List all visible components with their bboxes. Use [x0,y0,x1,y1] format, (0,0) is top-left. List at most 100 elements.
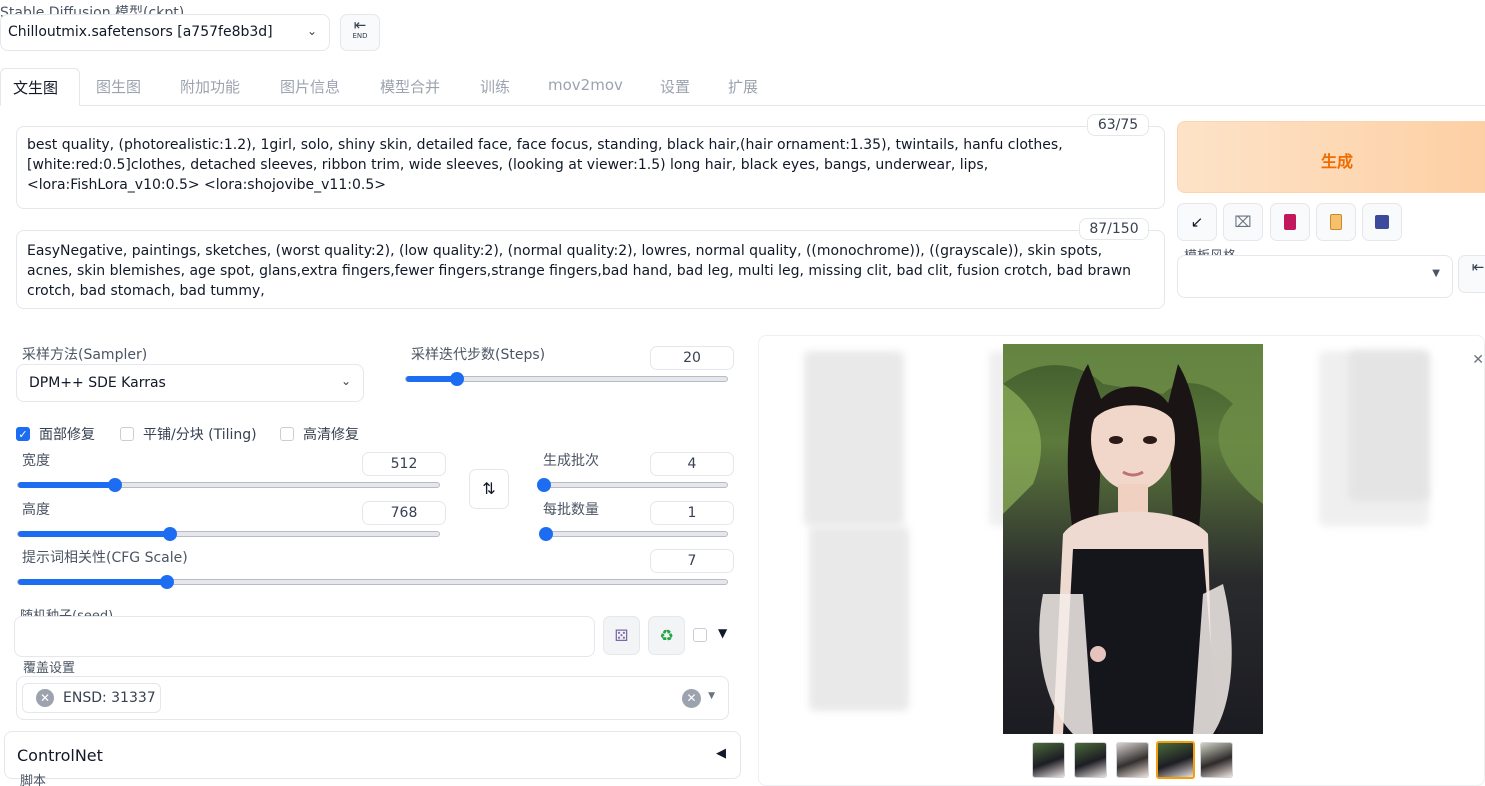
style-dropdown[interactable]: ▼ [1177,255,1453,298]
slider-thumb[interactable] [536,478,551,492]
tab-train[interactable]: 训练 [480,76,510,97]
tab-extras[interactable]: 附加功能 [180,76,240,97]
expand-triangle-icon[interactable]: ▼ [718,626,727,640]
sampler-dropdown[interactable]: DPM++ SDE Karras ⌄ [16,364,364,402]
tab-mov2mov[interactable]: mov2mov [548,76,623,94]
chevron-down-icon: ⌄ [340,374,351,388]
checkbox-label: 平铺/分块 (Tiling) [143,427,257,443]
clipboard-icon [1330,214,1342,230]
recycle-icon: ♻ [659,626,674,645]
slider-thumb[interactable] [539,527,553,541]
script-label: 脚本 [20,774,47,786]
prompt-text: best quality, (photorealistic:1.2), 1gir… [27,137,1063,193]
hires-fix-checkbox[interactable]: 高清修复 [280,424,359,444]
tab-img2img[interactable]: 图生图 [96,76,141,97]
red-book-icon [1284,214,1296,230]
arrow-down-left-icon: ↙ [1190,213,1204,231]
remove-chip-icon[interactable]: ✕ [36,689,54,707]
controlnet-label: ControlNet [17,746,103,765]
dice-icon: ⚄ [614,626,629,645]
save-icon [1375,215,1389,229]
checkmark-icon: ✓ [16,427,30,441]
batch-count-slider[interactable] [536,478,728,492]
steps-label: 采样迭代步数(Steps) [411,347,546,363]
chip-label: ENSD: 31337 [63,690,156,706]
random-seed-button[interactable]: ⚄ [603,616,640,655]
slider-thumb[interactable] [107,478,122,492]
slider-fill [18,579,167,585]
slider-thumb[interactable] [162,527,177,541]
tab-png-info[interactable]: 图片信息 [280,76,340,97]
swap-dimensions-button[interactable]: ⇅ [469,469,509,509]
prompt-token-counter: 63/75 [1087,114,1149,136]
caret-down-icon: ▼ [1432,268,1440,279]
save-style-button[interactable] [1362,203,1402,241]
batch-count-input[interactable]: 4 [650,452,734,476]
batch-size-slider[interactable] [539,527,728,541]
apply-style-button[interactable] [1316,203,1356,241]
height-label: 高度 [22,502,50,518]
height-slider[interactable] [17,527,440,541]
checkbox-label: 高清修复 [303,427,359,443]
negative-prompt-text: EasyNegative, paintings, sketches, (wors… [27,243,1132,299]
reuse-seed-button[interactable]: ♻ [648,616,685,655]
tab-txt2img[interactable]: 文生图 [0,68,80,106]
negative-token-counter: 87/150 [1079,218,1149,240]
gallery-thumbnail[interactable] [1074,742,1107,778]
height-number-input[interactable]: 768 [362,501,446,525]
slider-thumb[interactable] [159,575,174,589]
slider-thumb[interactable] [450,372,465,386]
end-arrow-icon: ⇤ [1471,258,1485,276]
blurred-image [809,526,909,711]
override-settings-input[interactable]: ✕ ENSD: 31337 ✕ ▼ [16,676,729,720]
gallery-thumbnail-selected[interactable] [1156,741,1195,779]
batch-size-input[interactable]: 1 [650,501,734,525]
steps-slider[interactable] [405,372,728,386]
steps-number-input[interactable]: 20 [650,346,734,370]
cfg-slider[interactable] [17,575,728,589]
tabs-divider [0,105,1485,106]
override-chip: ✕ ENSD: 31337 [22,683,161,713]
slider-fill [18,482,115,488]
gallery-thumbnail[interactable] [1032,742,1065,778]
model-dropdown[interactable]: Chilloutmix.safetensors [a757fe8b3d] ⌄ [0,14,330,51]
controlnet-accordion[interactable]: ControlNet ◀ [4,731,741,779]
tab-extensions[interactable]: 扩展 [728,76,758,97]
cfg-number-input[interactable]: 7 [650,549,734,573]
tab-settings[interactable]: 设置 [660,76,690,97]
preview-image[interactable] [1003,344,1263,734]
tiling-checkbox[interactable]: 平铺/分块 (Tiling) [120,424,257,444]
seed-input[interactable] [14,616,595,657]
portrait-illustration [1003,344,1263,734]
tab-model-merge[interactable]: 模型合并 [380,76,440,97]
sampler-value: DPM++ SDE Karras [29,375,166,391]
checkbox-label: 面部修复 [39,427,95,443]
clear-all-icon[interactable]: ✕ [682,689,701,708]
generate-label: 生成 [1320,152,1353,171]
gallery-thumbnail[interactable] [1200,742,1233,778]
extra-seed-checkbox[interactable] [693,628,707,642]
clear-prompt-button[interactable]: ⌧ [1223,203,1263,241]
refresh-model-button[interactable]: ⇤ END [340,14,380,51]
face-restore-checkbox[interactable]: ✓ 面部修复 [16,424,95,444]
close-icon[interactable]: ✕ [1472,352,1484,368]
slider-fill [18,531,170,537]
caret-down-icon[interactable]: ▼ [708,691,715,701]
blurred-image [1349,351,1429,501]
override-label: 覆盖设置 [23,661,76,676]
gallery-thumbnail[interactable] [1116,742,1149,778]
negative-prompt-input[interactable]: EasyNegative, paintings, sketches, (wors… [16,230,1165,309]
tab-label: 文生图 [13,79,59,97]
read-params-button[interactable]: ↙ [1177,203,1217,241]
width-number-input[interactable]: 512 [362,452,446,476]
chevron-down-icon: ⌄ [306,24,317,38]
generate-button[interactable]: 生成 [1177,121,1485,193]
extra-networks-button[interactable] [1270,203,1310,241]
width-slider[interactable] [17,478,440,492]
batch-size-label: 每批数量 [543,502,599,518]
model-value: Chilloutmix.safetensors [a757fe8b3d] [8,24,273,40]
prompt-input[interactable]: best quality, (photorealistic:1.2), 1gir… [16,126,1165,209]
refresh-styles-button[interactable]: ⇤ [1458,255,1485,293]
sampler-label: 采样方法(Sampler) [22,347,148,363]
width-label: 宽度 [22,453,50,469]
